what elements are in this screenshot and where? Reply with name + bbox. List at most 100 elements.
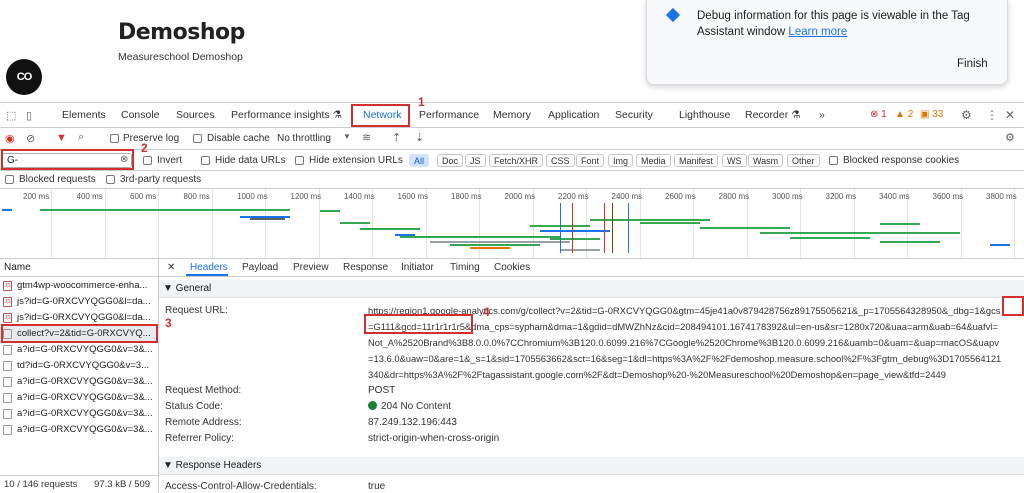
hide-data-urls-checkbox[interactable] [201,156,210,165]
response-headers-section-header[interactable]: ▼ Response Headers [159,457,1024,475]
errors-count: 1 [881,109,887,120]
general-section-header[interactable]: ▼ General [159,280,1024,298]
third-party-checkbox[interactable] [106,175,115,184]
filter-chip-manifest[interactable]: Manifest [674,154,719,167]
tab-recorder[interactable]: Recorder ⚗ [745,109,801,121]
tab-cookies[interactable]: Cookies [494,262,530,273]
filter-chip-other[interactable]: Other [787,154,820,167]
tab-sources[interactable]: Sources [176,109,215,121]
close-devtools-icon[interactable]: ✕ [1005,108,1015,122]
referrer-policy-value: strict-origin-when-cross-origin [368,433,500,444]
annotation-number-1: 1 [418,95,425,109]
timeline-tick-label: 1200 ms [290,192,322,201]
tab-preview[interactable]: Preview [293,262,329,273]
remote-address-label: Remote Address: [165,417,242,428]
network-conditions-icon[interactable]: ≋ [362,131,371,144]
hide-extension-urls-checkbox[interactable] [295,156,304,165]
name-column-header[interactable]: Name [0,259,159,277]
preserve-log-checkbox[interactable] [110,134,119,143]
request-url-line: 340&dr=https%3A%2F%2Ftagassistant.google… [368,369,946,380]
timeline-tick-label: 200 ms [23,192,50,201]
timeline-gridline [51,189,52,258]
more-options-icon[interactable]: ⋮ [986,108,998,122]
errors-counter[interactable]: ⊗ 1 [870,109,887,120]
settings-gear-icon[interactable]: ⚙ [961,108,972,122]
network-settings-gear-icon[interactable]: ⚙ [1005,131,1015,144]
script-icon: JS [3,281,12,291]
tab-initiator[interactable]: Initiator [401,262,434,273]
throttling-dropdown-icon[interactable]: ▼ [343,132,351,141]
invert-checkbox[interactable] [143,156,152,165]
document-icon [3,345,12,355]
filter-chip-img[interactable]: Img [608,154,634,167]
list-item[interactable]: JS js?id=G-0RXCVYQGG0&l=da... [0,294,159,310]
network-timeline-overview[interactable]: 200 ms 400 ms 600 ms 800 ms 1000 ms 1200 ms 14… [0,189,1024,259]
tab-application[interactable]: Application [548,109,599,121]
timeline-request-bar [590,219,710,221]
site-title[interactable]: Demoshop [118,20,245,45]
timeline-request-bar [540,230,610,232]
timeline-tick-label: 800 ms [183,192,210,201]
filter-chip-doc[interactable]: Doc [437,154,464,167]
warnings-counter[interactable]: ▲ 2 [895,109,913,120]
filter-chip-js[interactable]: JS [465,154,486,167]
tab-security[interactable]: Security [615,109,653,121]
export-har-icon[interactable]: ⇣ [415,131,424,144]
list-item[interactable]: a?id=G-0RXCVYQGG0&v=3&... [0,422,159,438]
network-toolbar: ◉ ⊘ ▼ ⌕ Preserve log Disable cache No th… [0,128,1024,150]
list-item-label: js?id=G-0RXCVYQGG0&l=da... [17,312,151,323]
timeline-tick-label: 600 ms [130,192,157,201]
tab-memory[interactable]: Memory [493,109,531,121]
annotation-box-network [351,104,410,127]
filter-chip-css[interactable]: CSS [546,154,575,167]
blocked-cookies-checkbox[interactable] [829,156,838,165]
tab-performance[interactable]: Performance [419,109,479,121]
status-ok-icon [368,401,377,410]
tab-response[interactable]: Response [343,262,388,273]
timeline-tick-label: 3000 ms [772,192,803,201]
inspect-element-icon[interactable]: ⬚ [6,109,16,122]
issues-counter[interactable]: ▣ 33 [920,109,943,120]
tab-headers[interactable]: Headers [190,262,228,273]
timeline-tick-label: 1400 ms [344,192,375,201]
filter-chip-font[interactable]: Font [576,154,605,167]
record-icon[interactable]: ◉ [5,132,15,145]
timeline-request-bar [640,222,700,224]
throttling-select[interactable]: No throttling [277,133,331,144]
tab-performance-insights[interactable]: Performance insights ⚗ [231,109,342,121]
list-item[interactable]: a?id=G-0RXCVYQGG0&v=3&... [0,406,159,422]
device-toolbar-icon[interactable]: ▯ [26,109,32,122]
search-icon[interactable]: ⌕ [78,131,84,144]
disable-cache-checkbox[interactable] [193,134,202,143]
more-tabs-icon[interactable]: » [819,109,825,121]
request-summary: 10 / 146 requests 97.3 kB / 509 [0,475,159,493]
list-item[interactable]: a?id=G-0RXCVYQGG0&v=3&... [0,374,159,390]
annotation-box-filter [1,149,134,170]
annotation-box-gcs-value [364,314,473,334]
filter-chip-media[interactable]: Media [636,154,671,167]
close-details-icon[interactable]: ✕ [167,262,175,273]
list-item[interactable]: a?id=G-0RXCVYQGG0&v=3&... [0,390,159,406]
clear-icon[interactable]: ⊘ [26,132,35,145]
filter-chip-wasm[interactable]: Wasm [748,154,784,167]
list-item[interactable]: td?id=G-0RXCVYQGG0&v=3... [0,358,159,374]
filter-chip-fetch-xhr[interactable]: Fetch/XHR [489,154,544,167]
import-har-icon[interactable]: ⇡ [392,131,401,144]
learn-more-link[interactable]: Learn more [788,26,847,38]
tab-payload[interactable]: Payload [242,262,278,273]
filter-icon[interactable]: ▼ [56,132,67,144]
chat-logo-button[interactable]: CO [6,59,42,95]
filter-chip-all[interactable]: All [409,154,430,167]
tab-lighthouse[interactable]: Lighthouse [679,109,730,121]
finish-button[interactable]: Finish [957,58,988,70]
script-icon: JS [3,313,12,323]
tab-elements[interactable]: Elements [62,109,106,121]
document-icon [3,425,12,435]
blocked-requests-checkbox[interactable] [5,175,14,184]
tab-timing[interactable]: Timing [450,262,480,273]
list-item[interactable]: a?id=G-0RXCVYQGG0&v=3&... [0,342,159,358]
filter-chip-ws[interactable]: WS [722,154,747,167]
list-item[interactable]: JS gtm4wp-woocommerce-enha... [0,278,159,294]
tab-console[interactable]: Console [121,109,160,121]
blocked-cookies-label: Blocked response cookies [843,155,960,166]
